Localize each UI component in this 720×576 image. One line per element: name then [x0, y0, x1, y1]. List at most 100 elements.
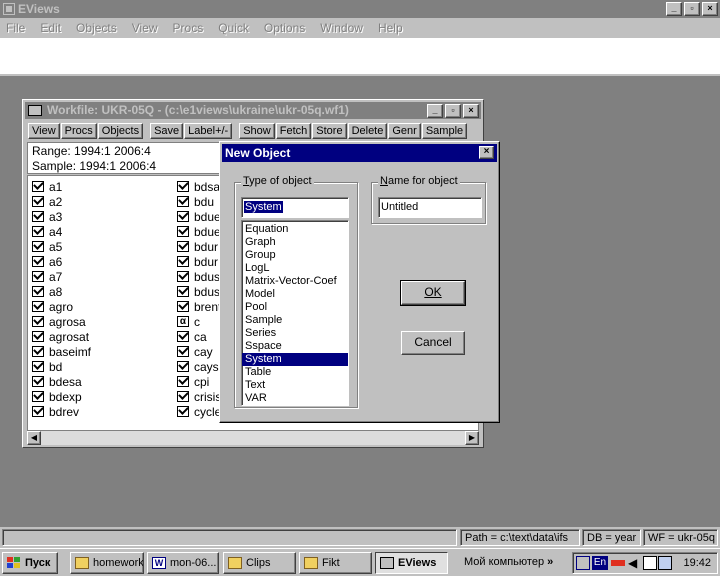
workfile-object[interactable]: bdus: [177, 284, 221, 299]
workfile-object[interactable]: bd: [32, 359, 91, 374]
workfile-object[interactable]: a6: [32, 254, 91, 269]
workfile-object[interactable]: bdesa: [32, 374, 91, 389]
label-button[interactable]: Label+/-: [184, 123, 233, 139]
type-list-item[interactable]: Sample: [242, 314, 348, 327]
printer-icon[interactable]: [643, 556, 657, 570]
workfile-titlebar[interactable]: Workfile: UKR-05Q - (c:\e1views\ukraine\…: [25, 102, 481, 119]
eviews-app-icon[interactable]: [3, 3, 15, 15]
workfile-minimize-button[interactable]: _: [427, 104, 443, 118]
workfile-object[interactable]: bdur: [177, 239, 221, 254]
workfile-object[interactable]: αc: [177, 314, 221, 329]
start-button[interactable]: Пуск: [2, 552, 58, 574]
workfile-object[interactable]: baseimf: [32, 344, 91, 359]
workfile-object[interactable]: bdur: [177, 254, 221, 269]
workfile-close-button[interactable]: ×: [463, 104, 479, 118]
workfile-object[interactable]: a2: [32, 194, 91, 209]
type-list-item[interactable]: Group: [242, 249, 348, 262]
workfile-object[interactable]: a3: [32, 209, 91, 224]
sample-button[interactable]: Sample: [421, 123, 468, 139]
type-list-item[interactable]: Model: [242, 288, 348, 301]
workfile-object[interactable]: bdus: [177, 269, 221, 284]
name-for-object-input[interactable]: Untitled: [378, 197, 482, 218]
volume-icon[interactable]: ◀: [628, 556, 642, 570]
workfile-maximize-button[interactable]: ▫: [445, 104, 461, 118]
workfile-object[interactable]: cay: [177, 344, 221, 359]
type-list-item[interactable]: VAR: [242, 392, 348, 405]
workfile-object[interactable]: bdue: [177, 224, 221, 239]
workfile-object[interactable]: bdrev: [32, 404, 91, 419]
clock[interactable]: 19:42: [683, 553, 711, 573]
type-list-item[interactable]: Graph: [242, 236, 348, 249]
store-button[interactable]: Store: [312, 123, 347, 139]
connection-icon[interactable]: [611, 560, 625, 566]
workfile-object[interactable]: bdu: [177, 194, 221, 209]
scroll-left-icon[interactable]: ◀: [27, 431, 41, 445]
task-homework[interactable]: homework: [70, 552, 144, 574]
objects-button[interactable]: Objects: [97, 123, 144, 139]
task-fikt[interactable]: Fikt: [299, 552, 372, 574]
genr-button[interactable]: Genr: [388, 123, 421, 139]
menu-file[interactable]: File: [2, 21, 25, 35]
task-eviews[interactable]: EViews: [375, 552, 448, 574]
workfile-object[interactable]: bdexp: [32, 389, 91, 404]
monitor-icon[interactable]: [658, 556, 672, 570]
type-list-item[interactable]: Text: [242, 379, 348, 392]
workfile-object[interactable]: a5: [32, 239, 91, 254]
workfile-object[interactable]: cpi: [177, 374, 221, 389]
menu-objects[interactable]: Objects: [72, 21, 117, 35]
menu-view[interactable]: View: [128, 21, 158, 35]
restore-button[interactable]: ▫: [684, 2, 700, 16]
command-window[interactable]: [0, 38, 720, 76]
workfile-object[interactable]: brent: [177, 299, 221, 314]
type-list-item[interactable]: System: [242, 353, 348, 366]
close-button[interactable]: ×: [702, 2, 718, 16]
workfile-object[interactable]: cycle: [177, 404, 221, 419]
workfile-object[interactable]: a7: [32, 269, 91, 284]
menu-help[interactable]: Help: [374, 21, 403, 35]
task-mon-06[interactable]: W mon-06...: [147, 552, 219, 574]
delete-button[interactable]: Delete: [347, 123, 388, 139]
workfile-horizontal-scrollbar[interactable]: ◀ ▶: [27, 431, 479, 445]
workfile-object[interactable]: agro: [32, 299, 91, 314]
type-list-item[interactable]: Table: [242, 366, 348, 379]
workfile-object[interactable]: crisis: [177, 389, 221, 404]
type-list-item[interactable]: Matrix-Vector-Coef: [242, 275, 348, 288]
workfile-object[interactable]: a1: [32, 179, 91, 194]
workfile-object[interactable]: bdue: [177, 209, 221, 224]
workfile-object[interactable]: a4: [32, 224, 91, 239]
workfile-object[interactable]: cays: [177, 359, 221, 374]
type-list-item[interactable]: Series: [242, 327, 348, 340]
dialog-titlebar[interactable]: New Object ×: [222, 144, 497, 162]
workfile-object[interactable]: ca: [177, 329, 221, 344]
workfile-object[interactable]: bdsa: [177, 179, 221, 194]
type-list-item[interactable]: Sspace: [242, 340, 348, 353]
workfile-object[interactable]: agrosa: [32, 314, 91, 329]
menu-procs[interactable]: Procs: [169, 21, 204, 35]
procs-button[interactable]: Procs: [60, 123, 97, 139]
workfile-object[interactable]: agrosat: [32, 329, 91, 344]
workfile-object[interactable]: a8: [32, 284, 91, 299]
fetch-button[interactable]: Fetch: [275, 123, 312, 139]
ok-button[interactable]: OK: [400, 280, 466, 306]
type-of-object-input[interactable]: System: [241, 197, 349, 218]
network-icon[interactable]: [576, 556, 590, 570]
dialog-close-button[interactable]: ×: [479, 146, 494, 159]
toolbar-chevron-icon[interactable]: »: [547, 556, 553, 568]
minimize-button[interactable]: _: [666, 2, 682, 16]
scroll-right-icon[interactable]: ▶: [465, 431, 479, 445]
type-of-object-list[interactable]: Equation Graph Group LogL Matrix-Vector-Coef…: [241, 220, 349, 406]
menu-options[interactable]: Options: [260, 21, 305, 35]
menu-window[interactable]: Window: [316, 21, 363, 35]
menu-edit[interactable]: Edit: [36, 21, 61, 35]
save-button[interactable]: Save: [150, 123, 184, 139]
my-computer-toolbar[interactable]: Мой компьютер »: [464, 552, 553, 574]
language-indicator[interactable]: En: [592, 556, 608, 570]
type-list-item[interactable]: Pool: [242, 301, 348, 314]
show-button[interactable]: Show: [239, 123, 275, 139]
menu-quick[interactable]: Quick: [214, 21, 249, 35]
task-clips[interactable]: Clips: [223, 552, 296, 574]
view-button[interactable]: View: [28, 123, 60, 139]
type-list-item[interactable]: LogL: [242, 262, 348, 275]
type-list-item[interactable]: Equation: [242, 223, 348, 236]
cancel-button[interactable]: Cancel: [401, 331, 465, 355]
